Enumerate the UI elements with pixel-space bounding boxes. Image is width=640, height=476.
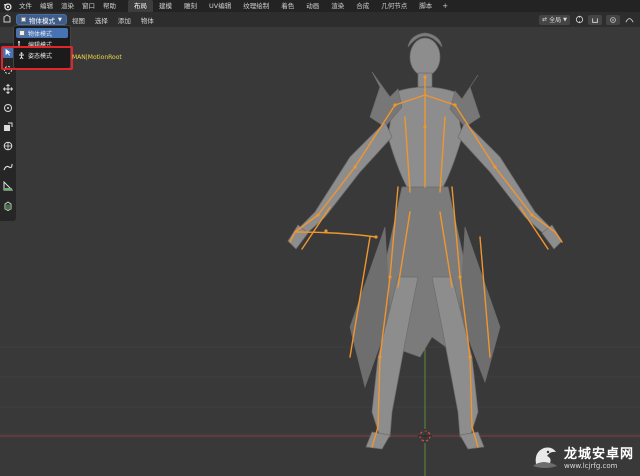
transform-orientation-select[interactable]: ⇄ 全局 ▼ (539, 14, 570, 25)
snap-icon (592, 17, 598, 23)
top-menu-bar: 文件 编辑 渲染 窗口 帮助 布局 建模 雕刻 UV编辑 纹理绘制 着色 动画 … (0, 0, 640, 12)
menu-file[interactable]: 文件 (15, 0, 36, 12)
snap-toggle[interactable] (588, 14, 602, 25)
tab-texture-paint[interactable]: 纹理绘制 (237, 0, 275, 12)
rotate-icon (4, 104, 12, 112)
orientation-label: 全局 (549, 17, 562, 24)
menu-object[interactable]: 物体 (136, 15, 159, 25)
bone-name-label: MAN|MotionRoot (72, 54, 122, 61)
cube-icon (4, 201, 12, 211)
annotate-tool-button[interactable] (2, 161, 14, 173)
watermark: 龙城安卓网 www.lcjrfg.com (530, 443, 634, 470)
tab-rendering[interactable]: 渲染 (325, 0, 350, 12)
menu-help[interactable]: 帮助 (99, 0, 120, 12)
menu-window[interactable]: 窗口 (78, 0, 99, 12)
tab-modeling[interactable]: 建模 (153, 0, 178, 12)
chevron-down-icon: ▼ (58, 16, 62, 23)
rotate-tool-button[interactable] (2, 102, 14, 114)
blender-logo-icon[interactable] (2, 1, 12, 11)
move-tool-button[interactable] (2, 83, 14, 95)
object-mode-icon (18, 30, 25, 37)
menu-render[interactable]: 渲染 (57, 0, 78, 12)
transform-icon (3, 141, 13, 151)
move-arrows-icon (3, 84, 13, 94)
watermark-title: 龙城安卓网 (563, 447, 634, 462)
chevron-down-icon: ▼ (563, 16, 567, 23)
watermark-url: www.lcjrfg.com (563, 462, 618, 470)
dropdown-item-object-mode[interactable]: 物体模式 (16, 28, 68, 38)
pivot-point-icon[interactable] (574, 15, 584, 25)
dropdown-item-label: 物体模式 (28, 30, 53, 38)
menu-add[interactable]: 添加 (113, 15, 136, 25)
mode-select[interactable]: 物体模式 ▼ (16, 14, 67, 25)
editor-type-icon[interactable] (2, 14, 12, 24)
tab-sculpting[interactable]: 雕刻 (178, 0, 203, 12)
orientation-icon: ⇄ (542, 16, 548, 23)
tab-scripting[interactable]: 脚本 (413, 0, 438, 12)
ruler-icon (3, 181, 13, 191)
header-right-tools: ⇄ 全局 ▼ (539, 12, 640, 27)
measure-tool-button[interactable] (2, 180, 14, 192)
menu-view[interactable]: 视图 (67, 15, 90, 25)
watermark-texts: 龙城安卓网 www.lcjrfg.com (564, 443, 634, 470)
pencil-icon (3, 163, 13, 171)
dragon-logo-icon (532, 447, 557, 468)
tab-animation[interactable]: 动画 (300, 0, 325, 12)
add-workspace-button[interactable]: + (438, 0, 452, 12)
proportional-edit-icon (610, 16, 616, 23)
tab-geometry-nodes[interactable]: 几何节点 (375, 0, 413, 12)
tab-shading[interactable]: 着色 (275, 0, 300, 12)
workspace-tabs: 布局 建模 雕刻 UV编辑 纹理绘制 着色 动画 渲染 合成 几何节点 脚本 + (128, 0, 452, 12)
scale-icon (4, 122, 13, 131)
pose-mode-highlight-box (1, 46, 73, 70)
tab-uv-editing[interactable]: UV编辑 (203, 0, 237, 12)
3d-viewport[interactable] (0, 27, 640, 476)
transform-tool-button[interactable] (2, 140, 14, 152)
add-cube-tool-button[interactable] (2, 200, 14, 212)
proportional-edit-toggle[interactable] (606, 14, 620, 25)
mode-select-label: 物体模式 (29, 16, 55, 25)
menu-edit[interactable]: 编辑 (36, 0, 57, 12)
3d-cursor-icon[interactable] (418, 429, 432, 443)
viewport-grid (0, 346, 640, 435)
tab-compositing[interactable]: 合成 (350, 0, 375, 12)
scale-tool-button[interactable] (2, 121, 14, 133)
tab-layout[interactable]: 布局 (128, 0, 153, 12)
object-mode-icon (21, 17, 26, 22)
viewport-header: 物体模式 ▼ 视图 选择 添加 物体 ⇄ 全局 ▼ (0, 12, 640, 27)
falloff-icon[interactable] (624, 15, 634, 25)
menu-select[interactable]: 选择 (90, 15, 113, 25)
